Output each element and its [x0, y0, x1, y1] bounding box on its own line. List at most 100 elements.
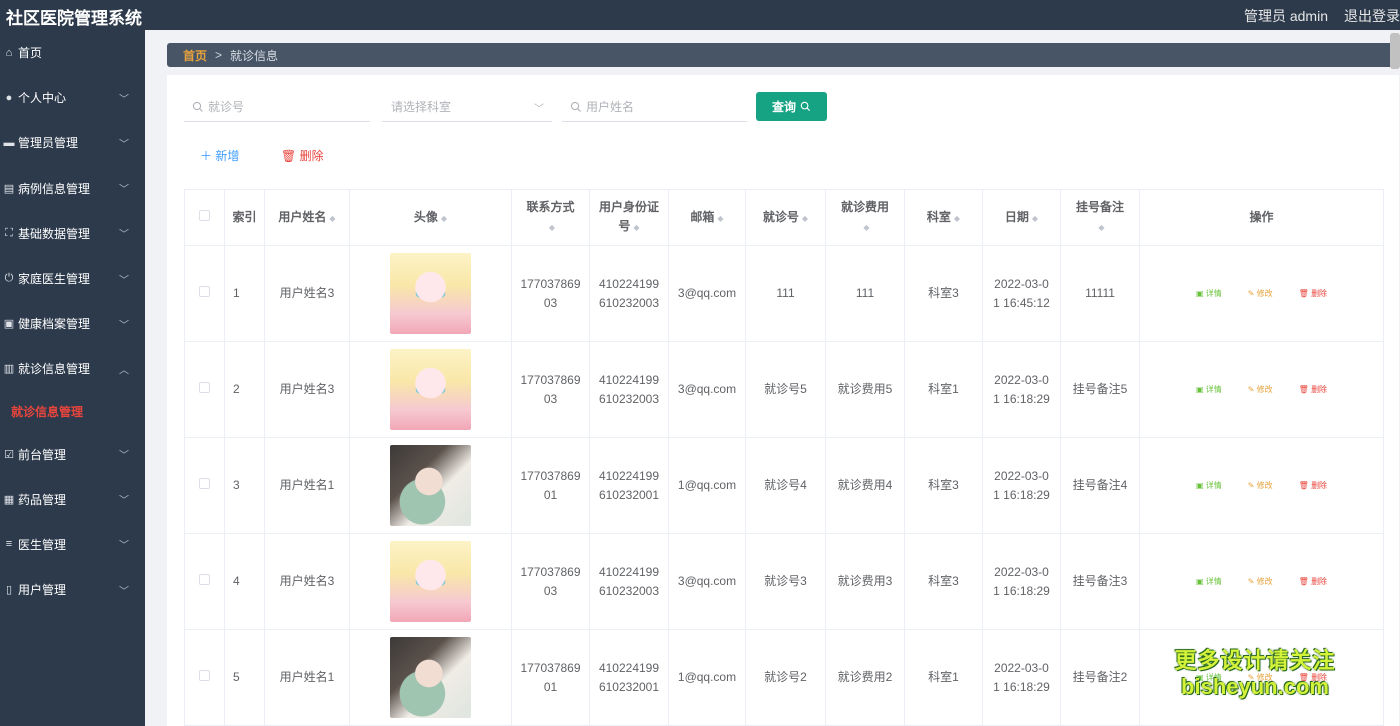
sidebar-item-4[interactable]: ⛶ 基础数据管理 ﹀: [0, 211, 145, 256]
sidebar-item-8[interactable]: ☑ 前台管理 ﹀: [0, 432, 145, 477]
sidebar-item-11[interactable]: ▯ 用户管理 ﹀: [0, 567, 145, 612]
visit-table: 索引 用户姓名 ◆ 头像 ◆ 联系方式 ◆ 用户身份证号 ◆ 邮箱 ◆ 就诊号 ◆ 就诊费用…: [184, 189, 1384, 726]
col-user-name[interactable]: 用户姓名 ◆: [264, 189, 350, 246]
cell-date: 2022-03-0 1 16:18:29: [982, 341, 1061, 438]
row-checkbox[interactable]: [199, 382, 210, 393]
cell-ops: ▣ 详情 ✎ 修改 🗑 删除: [1139, 437, 1384, 534]
trash-icon: 🗑: [1298, 481, 1309, 490]
delete-button[interactable]: 🗑 删除: [1299, 476, 1327, 495]
logout-link[interactable]: 退出登录: [1344, 6, 1400, 26]
cell-avatar: [349, 533, 512, 630]
delete-button[interactable]: 🗑 删除: [1299, 284, 1327, 303]
sidebar-item-9[interactable]: ▦ 药品管理 ﹀: [0, 477, 145, 522]
query-button[interactable]: 查询: [756, 92, 827, 121]
cell-index: 1: [224, 245, 265, 342]
chevron-down-icon: ﹀: [119, 450, 129, 462]
cell-id-card: 410224199 610232003: [589, 341, 669, 438]
row-checkbox[interactable]: [199, 478, 210, 489]
chevron-up-icon: ︿: [119, 365, 129, 377]
row-select-cell[interactable]: [184, 629, 225, 726]
view-button[interactable]: ▣ 详情: [1196, 380, 1222, 399]
chevron-down-icon: ﹀: [119, 229, 129, 241]
col-dept[interactable]: 科室 ◆: [904, 189, 983, 246]
page-scrollbar[interactable]: [1390, 33, 1400, 69]
chevron-down-icon: ﹀: [119, 275, 129, 287]
bar-chart-icon: ▥: [3, 363, 15, 376]
trash-icon: 🗑: [1298, 385, 1309, 394]
cell-visit-no: 111: [745, 245, 826, 342]
row-checkbox[interactable]: [199, 670, 210, 681]
row-checkbox[interactable]: [199, 574, 210, 585]
cell-date: 2022-03-0 1 16:18:29: [982, 533, 1061, 630]
cell-avatar: [349, 629, 512, 726]
user-name-input[interactable]: 用户姓名: [562, 92, 747, 122]
sort-icon: ◆: [329, 213, 336, 223]
col-note[interactable]: 挂号备注 ◆: [1060, 189, 1140, 246]
col-visit-no[interactable]: 就诊号 ◆: [745, 189, 826, 246]
row-select-cell[interactable]: [184, 245, 225, 342]
delete-button[interactable]: 🗑 删除: [1299, 572, 1327, 591]
cell-index: 3: [224, 437, 265, 534]
col-id-card[interactable]: 用户身份证号 ◆: [589, 189, 669, 246]
pencil-icon: ✎: [1247, 385, 1255, 394]
cell-visit-no: 就诊号2: [745, 629, 826, 726]
breadcrumb-home[interactable]: 首页: [183, 47, 207, 64]
sidebar-item-10[interactable]: ≡ 医生管理 ﹀: [0, 522, 145, 567]
table-row[interactable]: 4 用户姓名3 177037869 03 410224199 610232003 3…: [184, 533, 1384, 630]
sidebar-item-0[interactable]: ⌂ 首页: [0, 30, 145, 75]
cell-phone: 177037869 01: [511, 437, 590, 534]
sidebar-item-label: 健康档案管理: [18, 317, 91, 332]
select-all-checkbox[interactable]: [199, 210, 210, 221]
batch-delete-button[interactable]: 🗑 删除: [281, 147, 324, 164]
sidebar-item-7[interactable]: ▥ 就诊信息管理 ︿: [0, 346, 145, 391]
edit-button[interactable]: ✎ 修改: [1248, 380, 1273, 399]
visit-no-input[interactable]: 就诊号: [184, 92, 370, 122]
sort-icon: ◆: [1098, 223, 1105, 232]
col-date[interactable]: 日期 ◆: [982, 189, 1061, 246]
dept-select[interactable]: 请选择科室 ﹀: [382, 92, 552, 122]
document-icon: ▣: [1195, 289, 1204, 298]
sidebar-item-label: 用户管理: [18, 583, 67, 598]
avatar: [390, 445, 471, 526]
home-icon: ⌂: [5, 46, 13, 59]
sidebar-item-3[interactable]: ▤ 病例信息管理 ﹀: [0, 166, 145, 211]
cell-id-card: 410224199 610232003: [589, 245, 669, 342]
sidebar-item-5[interactable]: ⏻ 家庭医生管理 ﹀: [0, 256, 145, 301]
search-icon: [800, 101, 811, 112]
select-all-cell[interactable]: [184, 189, 225, 246]
edit-button[interactable]: ✎ 修改: [1248, 572, 1273, 591]
row-checkbox[interactable]: [199, 286, 210, 297]
visit-no-placeholder: 就诊号: [208, 100, 245, 114]
col-fee[interactable]: 就诊费用 ◆: [825, 189, 905, 246]
table-row[interactable]: 1 用户姓名3 177037869 03 410224199 610232003 3…: [184, 245, 1384, 342]
delete-button[interactable]: 🗑 删除: [1299, 380, 1327, 399]
delete-label: 删除: [299, 149, 324, 163]
row-select-cell[interactable]: [184, 341, 225, 438]
col-email[interactable]: 邮箱 ◆: [668, 189, 746, 246]
search-icon: [192, 101, 203, 112]
trash-icon: 🗑: [281, 149, 297, 163]
row-select-cell[interactable]: [184, 533, 225, 630]
table-header-row: 索引 用户姓名 ◆ 头像 ◆ 联系方式 ◆ 用户身份证号 ◆ 邮箱 ◆ 就诊号 ◆ 就诊费用…: [184, 189, 1384, 246]
cell-user-name: 用户姓名1: [264, 437, 350, 534]
view-button[interactable]: ▣ 详情: [1196, 476, 1222, 495]
user-icon: ●: [5, 91, 13, 104]
col-phone[interactable]: 联系方式 ◆: [511, 189, 590, 246]
sort-icon: ◆: [953, 213, 961, 223]
submenu-item-active[interactable]: 就诊信息管理: [0, 392, 145, 432]
sort-icon: ◆: [1031, 213, 1039, 223]
admin-label: 管理员 admin: [1243, 8, 1328, 24]
add-button[interactable]: ＋ 新增: [200, 147, 239, 164]
edit-button[interactable]: ✎ 修改: [1248, 476, 1273, 495]
sidebar-item-2[interactable]: ▬ 管理员管理 ﹀: [0, 120, 145, 165]
table-row[interactable]: 2 用户姓名3 177037869 03 410224199 610232003 3…: [184, 341, 1384, 438]
sidebar-item-1[interactable]: ● 个人中心 ﹀: [0, 75, 145, 120]
cell-note: 挂号备注2: [1060, 629, 1140, 726]
edit-button[interactable]: ✎ 修改: [1248, 284, 1273, 303]
view-button[interactable]: ▣ 详情: [1196, 284, 1222, 303]
table-row[interactable]: 3 用户姓名1 177037869 01 410224199 610232001 1…: [184, 437, 1384, 534]
row-select-cell[interactable]: [184, 437, 225, 534]
view-button[interactable]: ▣ 详情: [1196, 572, 1222, 591]
col-avatar[interactable]: 头像 ◆: [349, 189, 512, 246]
sidebar-item-6[interactable]: ▣ 健康档案管理 ﹀: [0, 301, 145, 346]
